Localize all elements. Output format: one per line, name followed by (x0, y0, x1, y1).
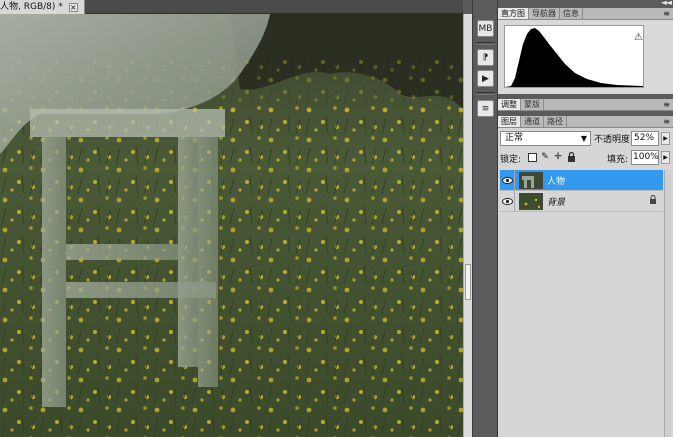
tab-channels[interactable]: 通道 (521, 116, 544, 127)
collapse-arrows-icon[interactable]: ◄◄ (661, 0, 672, 7)
layers-panel: 正常 ▼ 不透明度: 52% ▶ 锁定: ✎ ✛ 填充: 100% ▶ 人物 背… (498, 128, 673, 437)
document-tab-title: 人物, RGB/8) * (0, 2, 63, 12)
warning-icon[interactable]: ⚠ (634, 32, 643, 43)
layer-thumbnail[interactable] (519, 193, 543, 210)
chevron-down-icon: ▼ (580, 134, 587, 143)
layer-list: 人物 背景 (500, 170, 663, 437)
canvas-image (0, 14, 463, 437)
tab-info[interactable]: 信息 (560, 8, 583, 19)
layers-scrollbar[interactable] (664, 170, 671, 437)
layer-row-person[interactable]: 人物 (500, 170, 663, 191)
panel-collapse-bar[interactable]: ◄◄ (498, 0, 673, 8)
fill-slider-arrow-icon[interactable]: ▶ (661, 151, 670, 164)
lock-row: 锁定: ✎ ✛ 填充: 100% ▶ (500, 150, 671, 166)
histogram-panel-icon[interactable]: MB (477, 20, 494, 37)
fill-label: 填充: (607, 155, 629, 165)
layers-panel-tabs: 图层 通道 路径 ≡ (498, 116, 673, 128)
tab-histogram[interactable]: 直方图 (498, 8, 529, 19)
dock-strip: MB ⁋ ▶ ≡ (472, 0, 498, 437)
blend-mode-select[interactable]: 正常 ▼ (500, 131, 591, 146)
panel-menu-icon[interactable]: ≡ (663, 117, 670, 126)
close-icon[interactable]: × (68, 2, 78, 12)
histogram-curve (505, 28, 643, 87)
blend-row: 正常 ▼ 不透明度: 52% ▶ (500, 131, 671, 147)
document-tab[interactable]: 人物, RGB/8) * × (0, 0, 85, 14)
histogram-panel-tabs: 直方图 导航器 信息 ≡ (498, 8, 673, 20)
document-tab-bar: 人物, RGB/8) * × (0, 0, 463, 14)
tab-paths[interactable]: 路径 (544, 116, 567, 127)
panel-menu-icon[interactable]: ≡ (663, 100, 670, 109)
layer-name[interactable]: 人物 (547, 174, 565, 187)
blend-mode-value: 正常 (505, 133, 524, 143)
dock-separator (476, 92, 495, 95)
lock-icon (649, 195, 657, 206)
layer-name[interactable]: 背景 (547, 195, 565, 208)
lock-all-icon[interactable] (565, 151, 577, 163)
document-canvas[interactable] (0, 14, 463, 437)
tab-navigator[interactable]: 导航器 (529, 8, 560, 19)
lock-transparent-pixels-icon[interactable] (526, 151, 538, 163)
opacity-slider-arrow-icon[interactable]: ▶ (661, 132, 670, 145)
eye-icon[interactable] (500, 170, 515, 191)
lock-position-icon[interactable]: ✛ (552, 151, 564, 163)
opacity-field[interactable]: 52% (631, 131, 659, 146)
adjustments-panel-tabs: 调整 蒙版 ≡ (498, 99, 673, 111)
actions-icon[interactable]: ▶ (477, 70, 494, 87)
tab-masks[interactable]: 蒙版 (521, 99, 544, 110)
tab-layers[interactable]: 图层 (498, 116, 521, 127)
lock-image-pixels-icon[interactable]: ✎ (539, 151, 551, 163)
dock-separator (476, 42, 495, 45)
histogram-panel: ⚠ (498, 20, 673, 94)
layer-thumbnail[interactable] (519, 172, 543, 189)
opacity-label: 不透明度: (594, 135, 634, 145)
panel-column: ◄◄ 直方图 导航器 信息 ≡ ⚠ 调整 蒙版 ≡ 图层 通道 路径 ≡ 正常 (498, 0, 673, 437)
tab-adjustments[interactable]: 调整 (498, 99, 521, 110)
scrollbar-thumb[interactable] (465, 264, 471, 300)
canvas-vertical-scrollbar[interactable] (463, 14, 472, 437)
layer-row-background[interactable]: 背景 (500, 191, 663, 212)
brush-preset-icon[interactable]: ⁋ (477, 49, 494, 66)
panel-menu-icon[interactable]: ≡ (663, 9, 670, 18)
layers-panel-icon[interactable]: ≡ (477, 100, 494, 117)
histogram-graph: ⚠ (504, 25, 644, 88)
fill-field[interactable]: 100% (631, 150, 659, 165)
eye-icon[interactable] (500, 191, 515, 212)
lock-label: 锁定: (500, 155, 522, 165)
